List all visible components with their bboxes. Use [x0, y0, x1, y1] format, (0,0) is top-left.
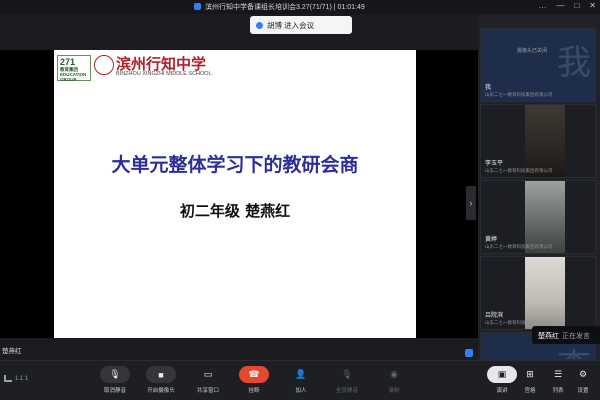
participant-name: 吕院滨 — [485, 313, 504, 319]
close-icon[interactable]: ✕ — [589, 1, 596, 10]
join-notification: 胡博 进入会议 — [250, 16, 352, 34]
participant-name: 黄婷 — [485, 237, 498, 243]
camera-label: 开启摄像头 — [147, 388, 175, 394]
mute-all-button[interactable]: 🎙 全员静音 — [329, 366, 365, 394]
school-name-en: BINZHOU XINGZHI MIDDLE SCHOOL — [116, 71, 212, 77]
participant-org: 山东二七一教育科技集团有限公司 — [485, 244, 553, 249]
record-label: 录制 — [388, 388, 400, 394]
share-window-label: 共享窗口 — [196, 388, 219, 394]
participant-tile[interactable]: 李玉平 山东二七一教育科技集团有限公司 — [480, 104, 596, 178]
participant-org: 山东二七一教育科技集团有限公司 — [485, 92, 553, 97]
record-icon: ◉ — [390, 369, 398, 379]
network-status: 1.1 1 — [4, 375, 28, 382]
signal-icon — [4, 375, 12, 382]
settings-label: 设置 — [577, 388, 589, 394]
meeting-window: 滨州行知中学备课组长培训会3.27(71/71) | 01:01:49 … — … — [0, 0, 600, 400]
participant-panel: 我 摄像头已关闭 我 山东二七一教育科技集团有限公司 李玉平 山东二七一教育科技… — [478, 14, 600, 360]
camera-button[interactable]: ■ 开启摄像头 — [143, 366, 179, 394]
add-person-button[interactable]: 👤 加人 — [283, 366, 319, 394]
active-speaker-popup: 楚燕红 正在发言 — [532, 326, 600, 344]
share-screen-icon: ▭ — [203, 369, 213, 379]
add-person-icon: 👤 — [295, 369, 307, 379]
maximize-icon[interactable]: □ — [574, 1, 579, 10]
user-joined-icon — [256, 21, 263, 29]
collapse-panel-chevron-icon[interactable]: › — [466, 186, 476, 220]
school-emblem-icon — [94, 55, 114, 75]
meeting-toolbar: 1.1 1 🎙 取消静音 ■ 开启摄像头 ▭ 共享窗口 ☎ 挂断 👤 加人 🎙 … — [0, 360, 600, 400]
participant-tile[interactable]: 黄婷 山东二七一教育科技集团有限公司 — [480, 180, 596, 254]
camera-off-icon: ■ — [146, 366, 176, 383]
main-stage: 271 教育集团 EDUCATION GROUP 滨州行知中学 BINZHOU … — [0, 14, 478, 360]
participant-name: 李玉平 — [485, 161, 504, 167]
stage-speaker-label: 楚燕红 — [2, 348, 22, 355]
participant-org: 山东二七一教育科技集团有限公司 — [485, 168, 553, 173]
add-person-label: 加人 — [295, 388, 307, 394]
participant-name: 我 — [485, 85, 492, 91]
meeting-security-icon — [194, 3, 201, 10]
mute-all-label: 全员静音 — [335, 388, 358, 394]
unmute-button[interactable]: 🎙 取消静音 — [97, 366, 133, 394]
logo-number: 271 — [60, 57, 76, 67]
hangup-button[interactable]: ☎ 挂断 — [236, 366, 272, 394]
slide-title: 大单元整体学习下的教研会商 — [111, 154, 359, 176]
share-window-button[interactable]: ▭ 共享窗口 — [190, 366, 226, 394]
speaker-name: 楚燕红 — [538, 333, 559, 340]
mute-all-icon: 🎙 — [341, 369, 353, 379]
education-group-logo: 271 教育集团 EDUCATION GROUP — [57, 55, 91, 82]
settings-button[interactable]: ⚙ 设置 — [566, 366, 600, 394]
microphone-muted-icon: 🎙 — [100, 366, 130, 383]
participant-tile[interactable]: 我 摄像头已关闭 我 山东二七一教育科技集团有限公司 — [480, 28, 596, 102]
title-bar: 滨州行知中学备课组长培训会3.27(71/71) | 01:01:49 … — … — [0, 0, 600, 14]
speaker-status: 正在发言 — [562, 333, 590, 340]
window-title: 滨州行知中学备课组长培训会3.27(71/71) | 01:01:49 — [194, 2, 365, 12]
participant-tile[interactable]: 吕院滨 山东二七一教育科技集团有限公司 — [480, 256, 596, 330]
camera-off-status: 摄像头已关闭 — [517, 48, 548, 54]
slide-subtitle: 初二年级 楚燕红 — [179, 202, 291, 220]
more-icon[interactable]: … — [538, 1, 546, 10]
avatar: 我 — [557, 43, 591, 83]
sharing-indicator-icon — [465, 349, 473, 357]
minimize-icon[interactable]: — — [556, 1, 564, 10]
hangup-label: 挂断 — [248, 388, 260, 394]
hangup-icon: ☎ — [239, 366, 269, 383]
gear-icon: ⚙ — [578, 369, 588, 379]
logo-en-text: EDUCATION GROUP — [60, 72, 87, 82]
join-notification-text: 胡博 进入会议 — [267, 20, 315, 30]
network-status-text: 1.1 1 — [15, 375, 29, 382]
unmute-label: 取消静音 — [103, 388, 126, 394]
window-controls: … — □ ✕ — [538, 1, 596, 10]
record-button[interactable]: ◉ 录制 — [376, 366, 412, 394]
shared-slide: 271 教育集团 EDUCATION GROUP 滨州行知中学 BINZHOU … — [54, 50, 416, 338]
